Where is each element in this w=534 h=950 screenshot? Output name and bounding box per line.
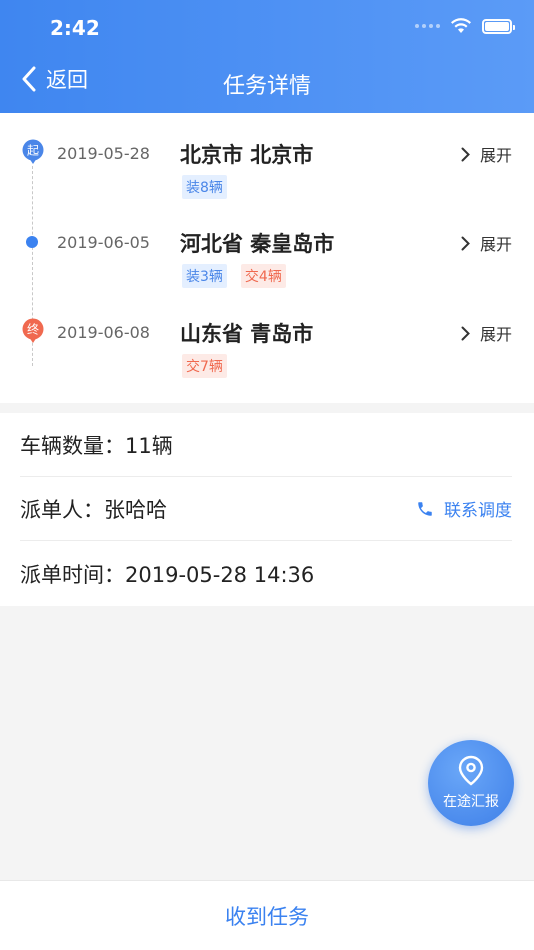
wifi-icon: [451, 18, 471, 33]
route-stop: 起 2019-05-28 北京市 北京市 展开 装8辆: [0, 113, 534, 199]
receive-task-label: 收到任务: [225, 904, 309, 929]
stop-date: 2019-05-28: [57, 144, 150, 163]
chevron-right-icon: [461, 236, 470, 250]
chevron-right-icon: [461, 326, 470, 340]
dispatcher-row: 派单人：张哈哈 联系调度: [20, 477, 512, 541]
expand-button[interactable]: 展开: [461, 231, 512, 255]
stop-city: 北京市 北京市: [180, 143, 314, 167]
stop-tags: 装8辆: [182, 175, 227, 199]
header: 2:42 返回 任务详情: [0, 0, 534, 113]
stop-city: 河北省 秦皇岛市: [180, 232, 335, 256]
route-stop: 2019-06-05 河北省 秦皇岛市 展开 装3辆 交4辆: [0, 202, 534, 288]
dispatch-time-text: 派单时间：2019-05-28 14:36: [20, 563, 315, 587]
route-stop: 终 2019-06-08 山东省 青岛市 展开 交7辆: [0, 292, 534, 378]
load-tag: 装8辆: [182, 175, 227, 199]
receive-task-button[interactable]: 收到任务: [0, 880, 534, 950]
dispatcher-text: 派单人：张哈哈: [20, 497, 167, 522]
svg-text:起: 起: [27, 144, 39, 158]
location-pin-icon: [458, 755, 484, 786]
waypoint-dot-icon: [26, 236, 38, 248]
stop-city: 山东省 青岛市: [180, 322, 314, 346]
expand-label: 展开: [479, 235, 512, 254]
status-icons: [415, 18, 515, 34]
vehicle-count-row: 车辆数量：11辆: [20, 413, 512, 477]
start-marker-icon: 起: [22, 139, 44, 164]
signal-icon: [415, 24, 440, 28]
expand-button[interactable]: 展开: [461, 321, 512, 345]
stop-tags: 交7辆: [182, 354, 227, 378]
unload-tag: 交4辆: [240, 264, 286, 288]
contact-dispatch-button[interactable]: 联系调度: [416, 496, 512, 521]
stop-date: 2019-06-05: [57, 233, 150, 252]
unload-tag: 交7辆: [182, 354, 227, 378]
svg-text:终: 终: [27, 322, 39, 337]
stop-date: 2019-06-08: [57, 323, 150, 342]
end-marker-icon: 终: [22, 318, 44, 343]
status-time: 2:42: [50, 16, 100, 40]
expand-button[interactable]: 展开: [461, 142, 512, 166]
dispatch-time-row: 派单时间：2019-05-28 14:36: [20, 542, 512, 606]
page-title: 任务详情: [222, 74, 311, 99]
expand-label: 展开: [479, 146, 512, 165]
stop-tags: 装3辆 交4辆: [182, 264, 286, 288]
chevron-right-icon: [461, 147, 470, 161]
fab-label: 在途汇报: [443, 794, 499, 810]
contact-label: 联系调度: [444, 501, 512, 521]
route-card: 起 2019-05-28 北京市 北京市 展开 装8辆 2019-06-05 河…: [0, 113, 534, 403]
expand-label: 展开: [479, 325, 512, 344]
en-route-report-button[interactable]: 在途汇报: [428, 740, 514, 826]
vehicle-count-text: 车辆数量：11辆: [20, 433, 173, 458]
phone-icon: [418, 501, 432, 516]
battery-icon: [482, 18, 515, 34]
load-tag: 装3辆: [182, 264, 227, 288]
task-info-card: 车辆数量：11辆 派单人：张哈哈 联系调度 派单时间：2019-05-28 14…: [0, 413, 534, 606]
